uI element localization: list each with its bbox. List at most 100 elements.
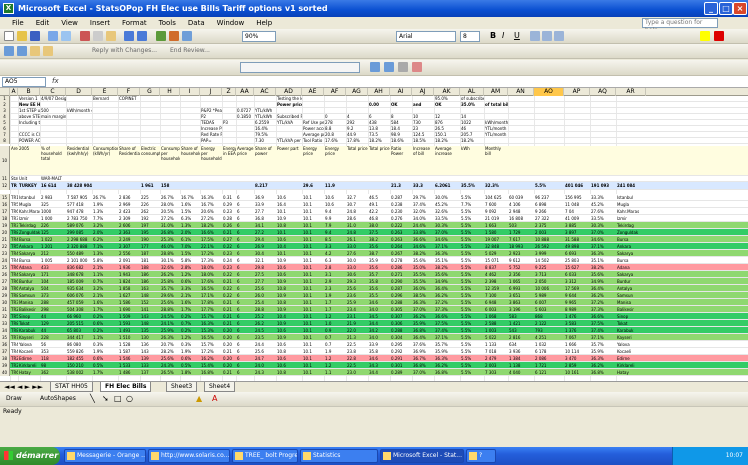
table-cell[interactable]: 3 885	[564, 222, 590, 228]
table-cell[interactable]: 16.5%	[200, 334, 222, 340]
table-cell[interactable]: 0.267	[390, 250, 412, 256]
table-cell[interactable]: 10.9	[276, 320, 302, 326]
table-cell[interactable]: 2 307	[118, 243, 140, 249]
table-cell[interactable]: 2 423	[118, 208, 140, 214]
align-center-icon[interactable]	[542, 31, 552, 41]
table-cell[interactable]: 26.5	[434, 126, 460, 131]
table-cell[interactable]: Mugla	[18, 201, 40, 207]
table-cell[interactable]: 5.5%	[460, 222, 484, 228]
paste-icon[interactable]	[106, 31, 116, 41]
table-cell[interactable]: 1.9%	[180, 348, 200, 354]
row-header[interactable]: 8	[0, 138, 10, 144]
table-cell[interactable]: YTL/kVA per month	[276, 138, 302, 143]
table-cell[interactable]: 1.2	[324, 313, 346, 319]
table-cell[interactable]: 0.286	[390, 264, 412, 270]
table-cell[interactable]: Average price	[236, 146, 254, 175]
table-cell[interactable]: 8 989	[564, 306, 590, 312]
fill-color-icon[interactable]	[700, 31, 710, 41]
row-header[interactable]: 24	[0, 257, 10, 264]
table-cell[interactable]: 1.5%	[180, 250, 200, 256]
table-cell[interactable]: 24.3%	[160, 362, 180, 368]
table-cell[interactable]: 3 897	[564, 229, 590, 235]
table-cell[interactable]: Kayseri	[616, 334, 646, 340]
table-cell[interactable]: 6	[236, 250, 254, 256]
table-cell[interactable]: Area	[10, 146, 18, 175]
table-cell[interactable]: 16.3%	[200, 194, 222, 200]
table-cell[interactable]: Yalova	[18, 341, 40, 347]
table-cell[interactable]: 0.295	[390, 341, 412, 347]
table-cell[interactable]: 27.2%	[200, 215, 222, 221]
table-cell[interactable]: 1 936	[118, 264, 140, 270]
table-cell[interactable]: Zonguldak	[18, 229, 40, 235]
table-cell[interactable]: Consumption per household	[160, 146, 180, 175]
table-cell[interactable]: 49.1	[368, 201, 390, 207]
table-cell[interactable]: 6 007	[534, 299, 564, 305]
row-header[interactable]: 16	[0, 201, 10, 208]
row-header[interactable]: 12	[0, 182, 10, 190]
column-header-h[interactable]: H	[160, 88, 180, 96]
table-cell[interactable]: 226	[140, 201, 160, 207]
table-cell[interactable]: 37.3%	[434, 306, 460, 312]
table-cell[interactable]: 5.8%	[180, 257, 200, 263]
table-cell[interactable]: 0.00	[368, 102, 390, 107]
table-cell[interactable]: Antalya	[616, 285, 646, 291]
row-header[interactable]: 31	[0, 306, 10, 313]
table-cell[interactable]: 10.9	[276, 306, 302, 312]
table-cell[interactable]: 4/9/07 Design RTA	[40, 96, 66, 101]
table-cell[interactable]: 6	[236, 362, 254, 368]
table-cell[interactable]: CCCC is Climate Change Compensatory Cont…	[18, 132, 40, 137]
table-cell[interactable]: 36.2%	[434, 362, 460, 368]
table-cell[interactable]: TR21b	[10, 362, 18, 368]
table-cell[interactable]: 1 000	[40, 215, 66, 221]
table-cell[interactable]: 37.5%	[590, 320, 616, 326]
table-cell[interactable]: 35.9	[368, 257, 390, 263]
table-cell[interactable]: 37.1%	[434, 334, 460, 340]
table-cell[interactable]	[92, 138, 118, 143]
table-cell[interactable]: 1 068	[484, 313, 508, 319]
rectangle-icon[interactable]: □	[114, 392, 122, 406]
menu-tools[interactable]: Tools	[153, 17, 182, 29]
table-cell[interactable]: Total price	[346, 146, 368, 175]
table-cell[interactable]: 4 106	[508, 201, 534, 207]
table-cell[interactable]: Ratio Power	[390, 146, 412, 175]
table-cell[interactable]	[40, 132, 66, 137]
table-cell[interactable]: 10.6	[276, 362, 302, 368]
table-cell[interactable]: Ankara	[18, 243, 40, 249]
table-cell[interactable]: 433	[40, 264, 66, 270]
table-cell[interactable]: 2 398	[484, 278, 508, 284]
table-cell[interactable]: 500	[40, 108, 66, 113]
table-cell[interactable]: 150.1	[434, 132, 460, 137]
table-cell[interactable]: 20.6%	[200, 208, 222, 214]
table-cell[interactable]	[160, 138, 180, 143]
table-cell[interactable]: 35.6%	[590, 271, 616, 277]
table-cell[interactable]: 0.9	[324, 327, 346, 333]
table-cell[interactable]: 36.2%	[434, 292, 460, 298]
table-cell[interactable]: 16.7%	[180, 194, 200, 200]
table-cell[interactable]: 185 009	[66, 278, 92, 284]
table-cell[interactable]	[180, 114, 200, 119]
table-cell[interactable]: 45.2%	[590, 201, 616, 207]
table-cell[interactable]: 18.0%	[200, 271, 222, 277]
table-cell[interactable]: 163	[140, 285, 160, 291]
table-cell[interactable]: 44.9	[346, 132, 368, 137]
table-cell[interactable]: Power part	[276, 146, 302, 175]
table-cell[interactable]: 2 783 750	[66, 215, 92, 221]
table-cell[interactable]: Kocaeli	[616, 348, 646, 354]
table-cell[interactable]: 10 888	[534, 236, 564, 242]
table-cell[interactable]: 876	[434, 120, 460, 125]
table-cell[interactable]: 32.6%	[160, 264, 180, 270]
table-cell[interactable]: 6	[236, 215, 254, 221]
table-cell[interactable]: 16.2%	[200, 355, 222, 361]
table-cell[interactable]	[160, 120, 180, 125]
table-cell[interactable]: 25.6	[346, 285, 368, 291]
table-cell[interactable]: 17.5%	[200, 236, 222, 242]
table-cell[interactable]: 16.7%	[200, 201, 222, 207]
table-cell[interactable]: 35.8	[368, 278, 390, 284]
table-cell[interactable]: 10.1	[302, 327, 324, 333]
table-cell[interactable]: 2.0%	[180, 229, 200, 235]
table-cell[interactable]	[276, 126, 302, 131]
table-cell[interactable]: 1 580	[484, 229, 508, 235]
table-cell[interactable]: 2 948	[508, 208, 534, 214]
table-cell[interactable]: 44	[40, 313, 66, 319]
table-cell[interactable]: 6.3	[324, 257, 346, 263]
